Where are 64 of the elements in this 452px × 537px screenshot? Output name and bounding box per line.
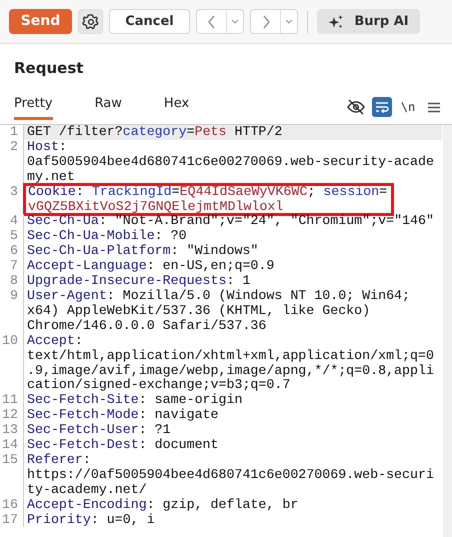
code-line: my.net (27, 170, 76, 185)
settings-icon (82, 12, 100, 30)
send-button[interactable]: Send (9, 9, 72, 34)
code-line: Priority: u=0, i (27, 512, 156, 528)
eye-slash-icon (347, 99, 365, 115)
scrollbar[interactable] (443, 125, 452, 537)
code-line: Accept-Language: en-US,en;q=0.9 (27, 259, 276, 274)
line-number: 5 (0, 229, 24, 244)
line-number: 10 (0, 334, 24, 394)
code-line: https://0af5005904bee4d680741c6e00270069.web-securi (27, 468, 435, 483)
chevron-left-icon (206, 14, 216, 28)
line-number: 11 (0, 393, 24, 408)
chevron-right-icon (260, 14, 270, 28)
hide-button[interactable] (346, 97, 366, 117)
code-line: .9,image/avif,image/webp,image/apng,*/*;q=0.8,appli (27, 364, 435, 378)
caret-icon (231, 19, 239, 24)
line-number: 15 (0, 452, 24, 498)
panel-title: Request (14, 58, 84, 78)
line-number: 13 (0, 423, 24, 438)
code-line: Sec-Fetch-Site: same-origin (27, 393, 244, 408)
line-number: 2 (0, 140, 24, 185)
burp-ai-button[interactable]: Burp AI (317, 9, 420, 34)
wrap-icon (375, 101, 389, 113)
code-line: Accept-Encoding: gzip, deflate, br (27, 498, 300, 513)
line-number: 14 (0, 438, 24, 453)
code-line: Sec-Ch-Ua-Platform: "Windows" (27, 244, 260, 260)
line-number: 4 (0, 214, 24, 230)
newline-button[interactable]: \n (398, 97, 418, 117)
line-number: 17 (0, 512, 24, 528)
code-line: ty-academy.net/ (27, 482, 148, 498)
menu-icon (428, 102, 440, 112)
code-line: Sec-Ch-Ua-Mobile: ?0 (27, 229, 188, 244)
tab[interactable]: Raw (94, 94, 122, 120)
code-line: Host: (27, 140, 68, 155)
line-number: 16 (0, 498, 24, 513)
cancel-button[interactable]: Cancel (109, 9, 190, 34)
tab[interactable]: Pretty (14, 94, 53, 120)
caret-icon (285, 19, 293, 24)
code-line: Cookie: TrackingId=EQ44IdSaeWyVK6WC; session= (28, 184, 388, 200)
line-number: 12 (0, 408, 24, 424)
tab[interactable]: Hex (164, 94, 190, 120)
code-line: Accept: (27, 334, 84, 349)
code-line: Sec-Fetch-Mode: navigate (27, 408, 220, 423)
line-number: 8 (0, 274, 24, 289)
sparkle-icon (328, 14, 344, 30)
code-line: x64) AppleWebKit/537.36 (KHTML, like Gecko) (27, 304, 372, 319)
code-line: Upgrade-Insecure-Requests: 1 (27, 274, 252, 289)
line-number: 3 (0, 184, 24, 214)
wrap-button[interactable] (372, 97, 392, 117)
code-line: 0af5005904bee4d680741c6e00270069.web-security-acade (27, 154, 435, 170)
code-line: Sec-Fetch-User: ?1 (27, 423, 172, 438)
code-line: Referer: (27, 452, 92, 468)
code-line: cation/signed-exchange;v=b3;q=0.7 (27, 378, 292, 393)
line-number: 6 (0, 244, 24, 260)
code-line: User-Agent: Mozilla/5.0 (Windows NT 10.0; Win64; (27, 288, 412, 304)
line-number: 7 (0, 259, 24, 274)
code-line: Sec-Fetch-Dest: document (27, 438, 220, 453)
code-line: vGQZ5BXitVoS2j7GNQElejmtMDlwloxl (28, 200, 284, 214)
code-line: Sec-Ch-Ua: "Not-A.Brand";v="24", "Chromium";v="146" (27, 214, 435, 229)
code-line: GET /filter?category=Pets HTTP/2 (27, 125, 284, 140)
line-number: 9 (0, 288, 24, 334)
code-line: Chrome/146.0.0.0 Safari/537.36 (27, 318, 268, 334)
settings-button[interactable] (78, 9, 103, 34)
code-line: text/html,application/xhtml+xml,application/xml;q=0 (27, 348, 435, 364)
